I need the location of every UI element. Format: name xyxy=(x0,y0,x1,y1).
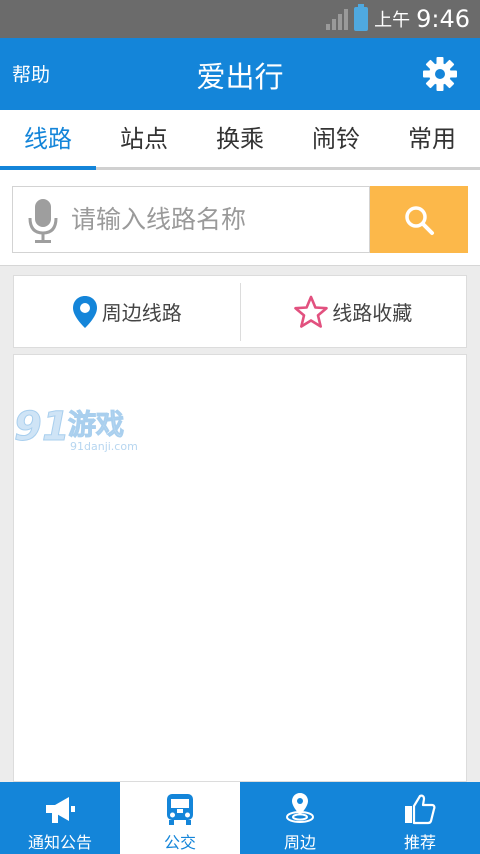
signal-icon xyxy=(326,8,349,30)
svg-text:91: 91 xyxy=(14,404,70,450)
megaphone-icon xyxy=(46,797,75,823)
gear-icon xyxy=(423,57,457,91)
content-panel: 91 游戏 91danji.com xyxy=(13,354,467,782)
star-icon xyxy=(294,295,329,328)
bus-icon xyxy=(167,794,193,825)
microphone-icon[interactable] xyxy=(27,198,59,244)
help-button[interactable]: 帮助 xyxy=(12,60,50,87)
tab-line[interactable]: 线路 xyxy=(0,110,96,170)
nav-label: 通知公告 xyxy=(27,833,92,852)
search-icon xyxy=(405,205,434,235)
location-pin-icon xyxy=(72,295,97,328)
nearby-lines-button[interactable]: 周边线路 xyxy=(14,276,240,347)
battery-icon xyxy=(354,4,369,31)
nav-nearby[interactable]: 周边 xyxy=(240,782,360,854)
search-box xyxy=(12,186,370,253)
nearby-lines-label: 周边线路 xyxy=(101,301,182,325)
status-indicators: 上午 9:46 xyxy=(326,0,470,38)
thumbs-up-icon xyxy=(405,794,436,825)
status-bar: 上午 9:46 xyxy=(0,0,480,38)
nav-label: 公交 xyxy=(163,833,196,852)
tab-transfer[interactable]: 换乘 xyxy=(192,110,288,167)
settings-button[interactable] xyxy=(420,54,460,94)
nav-bus[interactable]: 公交 xyxy=(120,782,240,854)
nav-notice[interactable]: 通知公告 xyxy=(0,782,120,854)
app-header: 帮助 爱出行 xyxy=(0,38,480,110)
page-title: 爱出行 xyxy=(196,60,284,94)
favorite-lines-label: 线路收藏 xyxy=(332,301,413,325)
search-button[interactable] xyxy=(370,186,468,253)
tab-favorites[interactable]: 常用 xyxy=(384,110,480,167)
tab-station[interactable]: 站点 xyxy=(96,110,192,167)
search-area xyxy=(0,170,480,266)
watermark-brand: 游戏 xyxy=(68,408,124,441)
watermark-logo: 91 游戏 91danji.com xyxy=(14,404,138,454)
watermark-url: 91danji.com xyxy=(70,440,138,453)
quick-actions: 周边线路 线路收藏 xyxy=(13,275,467,348)
bottom-nav: 通知公告 公交 周边 推荐 xyxy=(0,782,480,854)
favorite-lines-button[interactable]: 线路收藏 xyxy=(241,276,467,347)
nav-label: 周边 xyxy=(283,833,316,852)
nav-label: 推荐 xyxy=(403,833,436,852)
tab-alarm[interactable]: 闹铃 xyxy=(288,110,384,167)
status-time: 9:46 xyxy=(416,5,470,33)
search-input[interactable] xyxy=(71,187,361,252)
nav-recommend[interactable]: 推荐 xyxy=(360,782,480,854)
tab-bar: 线路 站点 换乘 闹铃 常用 xyxy=(0,110,480,170)
status-ampm: 上午 xyxy=(374,10,411,31)
location-pin-icon xyxy=(286,793,314,823)
